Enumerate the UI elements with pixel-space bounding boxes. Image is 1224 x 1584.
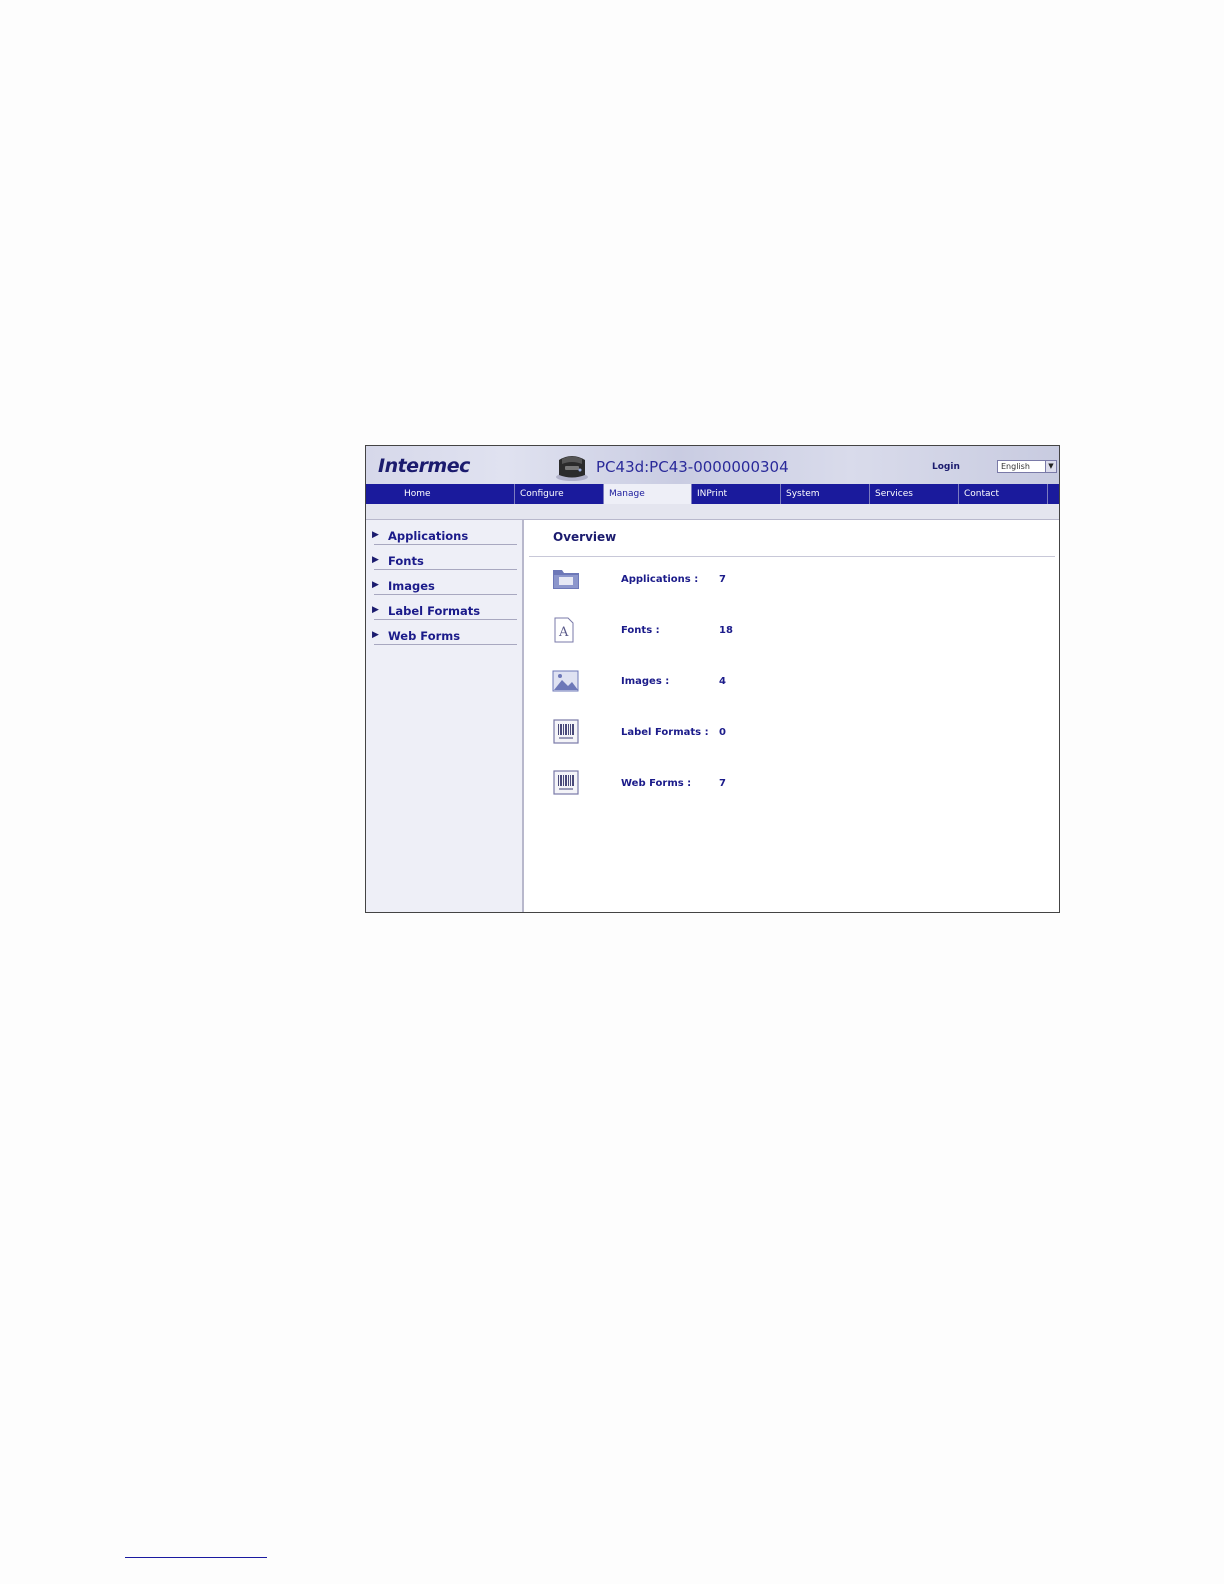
tab-services[interactable]: Services [870,484,959,504]
stat-label: Images : [621,676,670,687]
intermec-logo[interactable]: Intermec [378,455,470,477]
triangle-right-icon: ▶ [372,630,379,640]
stat-row-web-forms: Web Forms : 7 [524,770,1059,800]
header-banner: Intermec PC43d:PC43-0000000304 Login Eng… [366,446,1059,484]
stat-row-images: Images : 4 [524,668,1059,698]
tab-inprint[interactable]: INPrint [692,484,781,504]
stat-label: Applications : [621,574,699,585]
tab-contact[interactable]: Contact [959,484,1048,504]
divider [529,556,1055,557]
divider [374,644,517,645]
web-admin-window: Intermec PC43d:PC43-0000000304 Login Eng… [365,445,1060,913]
font-file-icon[interactable]: A [552,617,580,643]
sub-toolbar [366,504,1059,520]
stat-value: 7 [719,778,726,789]
stat-row-applications: Applications : 7 [524,566,1059,596]
triangle-right-icon: ▶ [372,605,379,615]
sidebar-item-label: Applications [388,529,469,543]
footnote-rule [125,1557,267,1558]
device-title: PC43d:PC43-0000000304 [596,458,789,476]
main-nav: Home Configure Manage INPrint System Inf… [366,484,1059,519]
barcode-label-icon[interactable] [552,719,580,745]
stat-row-label-formats: Label Formats : 0 [524,719,1059,749]
language-value: English [1001,462,1030,471]
sidebar-item-label: Images [388,579,435,593]
triangle-right-icon: ▶ [372,530,379,540]
chevron-down-icon[interactable]: ▼ [1045,461,1056,472]
sidebar-item-label: Fonts [388,554,424,568]
tab-configure[interactable]: Configure [515,484,604,504]
stat-row-fonts: A Fonts : 18 [524,617,1059,647]
stat-value: 7 [719,574,726,585]
sidebar-item-web-forms[interactable]: ▶ Web Forms [372,620,517,645]
barcode-label-icon[interactable] [552,770,580,796]
sidebar-item-label: Web Forms [388,629,461,643]
language-select[interactable]: English ▼ [997,460,1057,473]
image-icon[interactable] [552,668,580,694]
tab-system-information[interactable]: System Information [781,484,870,519]
sidebar-item-label: Label Formats [388,604,481,618]
stat-label: Label Formats : [621,727,709,738]
stat-value: 4 [719,676,726,687]
triangle-right-icon: ▶ [372,580,379,590]
sidebar-item-fonts[interactable]: ▶ Fonts [372,545,517,570]
stat-label: Web Forms : [621,778,692,789]
sidebar: ▶ Applications ▶ Fonts ▶ Images ▶ Label … [366,520,524,912]
triangle-right-icon: ▶ [372,555,379,565]
tab-home[interactable]: Home [366,484,515,504]
tab-manage[interactable]: Manage [604,484,692,504]
sidebar-item-applications[interactable]: ▶ Applications [372,520,517,545]
stat-value: 18 [719,625,733,636]
stat-value: 0 [719,727,726,738]
main-content: Overview Applications : 7 A Fonts : 18 I… [524,520,1059,912]
login-link[interactable]: Login [932,462,960,472]
stat-label: Fonts : [621,625,660,636]
printer-icon [556,456,588,481]
sidebar-item-label-formats[interactable]: ▶ Label Formats [372,595,517,620]
svg-text:A: A [558,625,569,640]
page-title: Overview [553,530,617,544]
sidebar-item-images[interactable]: ▶ Images [372,570,517,595]
folder-icon[interactable] [552,566,580,592]
